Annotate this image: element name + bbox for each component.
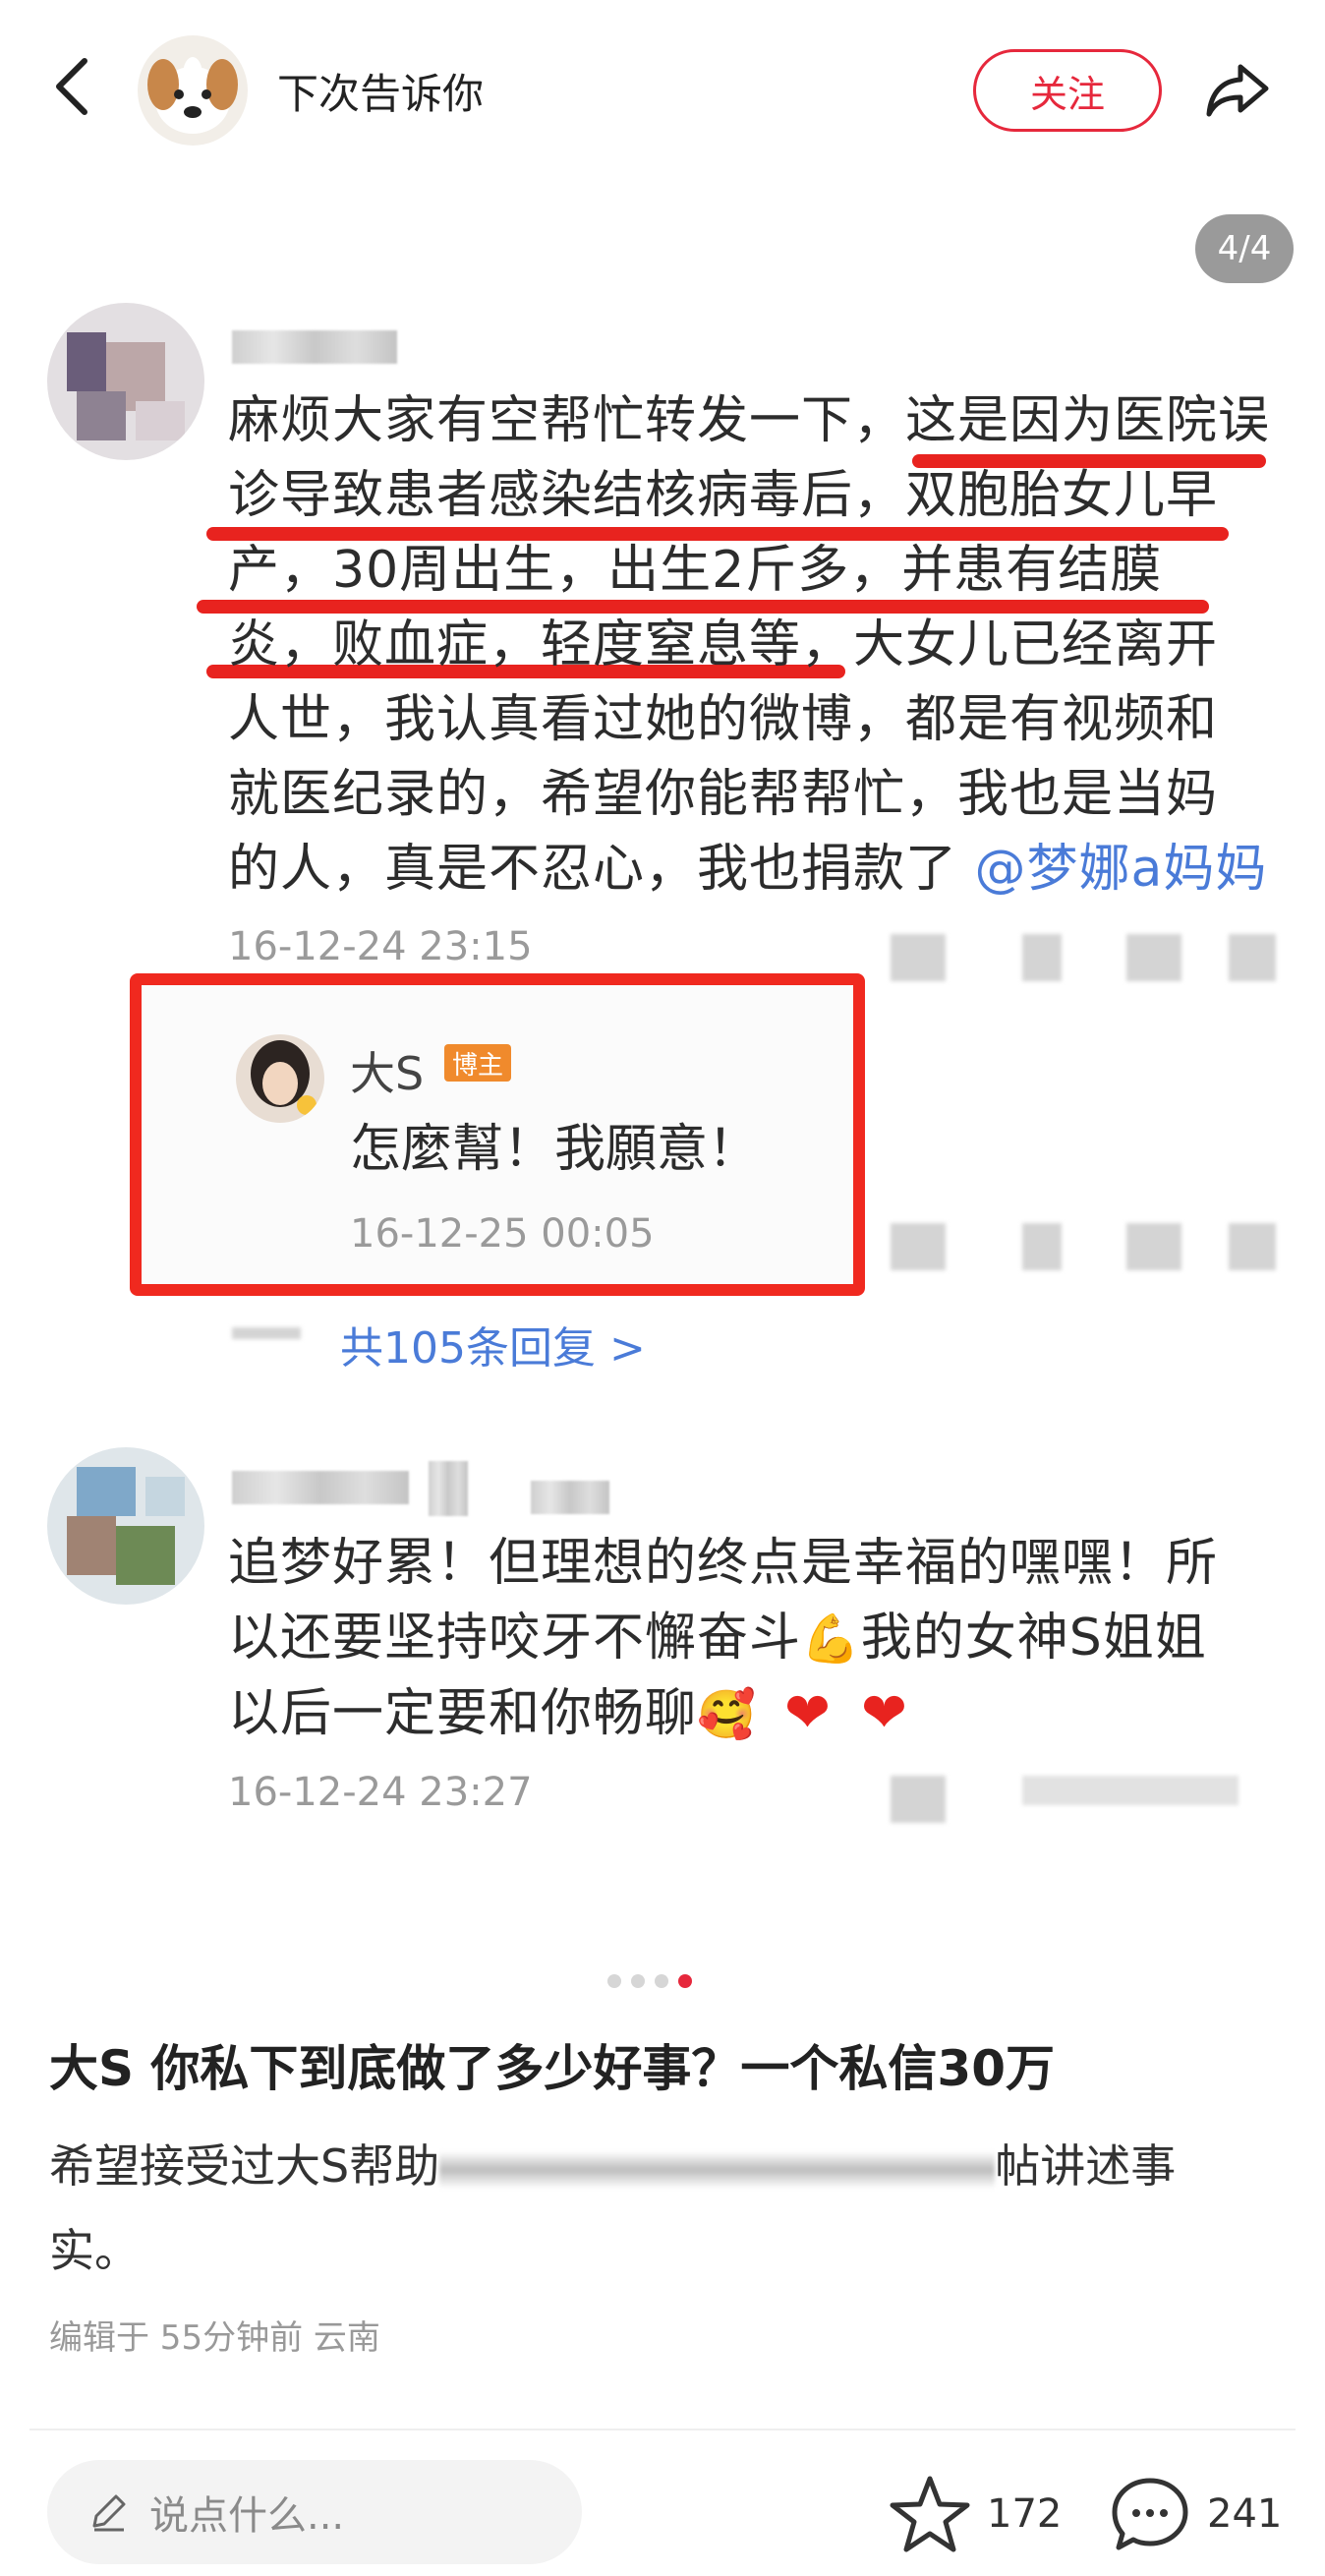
carousel-dot (655, 1974, 668, 1988)
reply-date: 16-12-25 00:05 (350, 1211, 655, 1257)
reply-avatar (236, 1034, 324, 1123)
heart-icon: ❤ (784, 1681, 831, 1745)
carousel-dot (631, 1974, 645, 1988)
blurred-username (531, 1481, 609, 1514)
carousel-indicator (607, 1974, 692, 1988)
chevron-left-icon (56, 58, 87, 115)
favorite-button[interactable]: 172 (889, 2470, 1062, 2558)
share-icon (1206, 64, 1269, 117)
smiling-face-icon: 🥰 (697, 1687, 757, 1742)
image-page-counter: 4/4 (1195, 214, 1294, 283)
comment-bubble-icon (1112, 2478, 1188, 2550)
commenter-avatar (47, 1447, 204, 1605)
comment-text: 追梦好累！但理想的终点是幸福的嘿嘿！所 以还要坚持咬牙不懈奋斗💪我的女神S姐姐 … (228, 1534, 1219, 1743)
favorite-count: 172 (987, 2491, 1063, 2537)
divider (29, 2429, 1296, 2430)
comment-date: 16-12-24 23:15 (228, 924, 533, 969)
heart-icon: ❤ (861, 1681, 907, 1745)
follow-button[interactable]: 关注 (973, 49, 1162, 132)
highlighted-reply: 大S 博主 怎麼幫！我願意！ 16-12-25 00:05 (130, 973, 865, 1296)
comment-input[interactable]: 说点什么... (47, 2460, 582, 2564)
author-badge: 博主 (444, 1044, 511, 1082)
comment-date: 16-12-24 23:27 (228, 1770, 533, 1815)
share-button[interactable] (1201, 51, 1276, 126)
blurred-action-icon (1126, 934, 1181, 981)
flexed-biceps-icon: 💪 (801, 1611, 861, 1667)
mention-link: @梦娜a妈妈 (974, 840, 1268, 899)
avatar[interactable] (138, 35, 248, 146)
blurred-action-icon (891, 1223, 946, 1270)
post-image[interactable]: 麻烦大家有空帮忙转发一下，这是因为医院误 诊导致患者感染结核病毒后，双胞胎女儿早… (0, 187, 1325, 1848)
blurred-action-icon (1229, 1223, 1276, 1270)
blurred-action-icon (1126, 1223, 1181, 1270)
blurred-action-icon (1022, 1223, 1062, 1270)
comment-button[interactable]: 241 (1109, 2470, 1282, 2558)
top-bar: 下次告诉你 关注 (0, 0, 1325, 182)
blurred-action-icon (1022, 934, 1062, 981)
blurred-action-icon (1229, 934, 1276, 981)
blurred-username (429, 1461, 468, 1516)
comment-placeholder: 说点什么... (149, 2493, 345, 2539)
commenter-avatar (47, 303, 204, 460)
reply-text: 怎麼幫！我願意！ (350, 1120, 760, 1179)
post-body: 希望接受过大S帮助 帖讲述事 实。 (49, 2139, 1177, 2277)
back-button[interactable] (41, 47, 100, 126)
blurred-action-icon (232, 1327, 301, 1339)
star-icon (890, 2476, 970, 2552)
carousel-dot-active (678, 1974, 692, 1988)
blurred-username (232, 330, 397, 364)
blurred-action-icon (1022, 1776, 1239, 1805)
author-name[interactable]: 下次告诉你 (277, 61, 484, 121)
comment-text: 麻烦大家有空帮忙转发一下，这是因为医院误 诊导致患者感染结核病毒后，双胞胎女儿早… (228, 391, 1271, 899)
blurred-username (232, 1471, 409, 1504)
pencil-icon (92, 2494, 126, 2532)
view-replies-link[interactable]: 共105条回复 > (340, 1313, 646, 1376)
post-meta: 编辑于 55分钟前 云南 (49, 2318, 380, 2358)
comment-count: 241 (1207, 2491, 1283, 2537)
blurred-action-icon (891, 1776, 946, 1823)
blurred-action-icon (891, 934, 946, 981)
carousel-dot (607, 1974, 621, 1988)
blurred-text (439, 2150, 996, 2189)
post-title: 大S 你私下到底做了多少好事？一个私信30万 (49, 2040, 1055, 2097)
reply-author-name: 大S (350, 1047, 425, 1100)
